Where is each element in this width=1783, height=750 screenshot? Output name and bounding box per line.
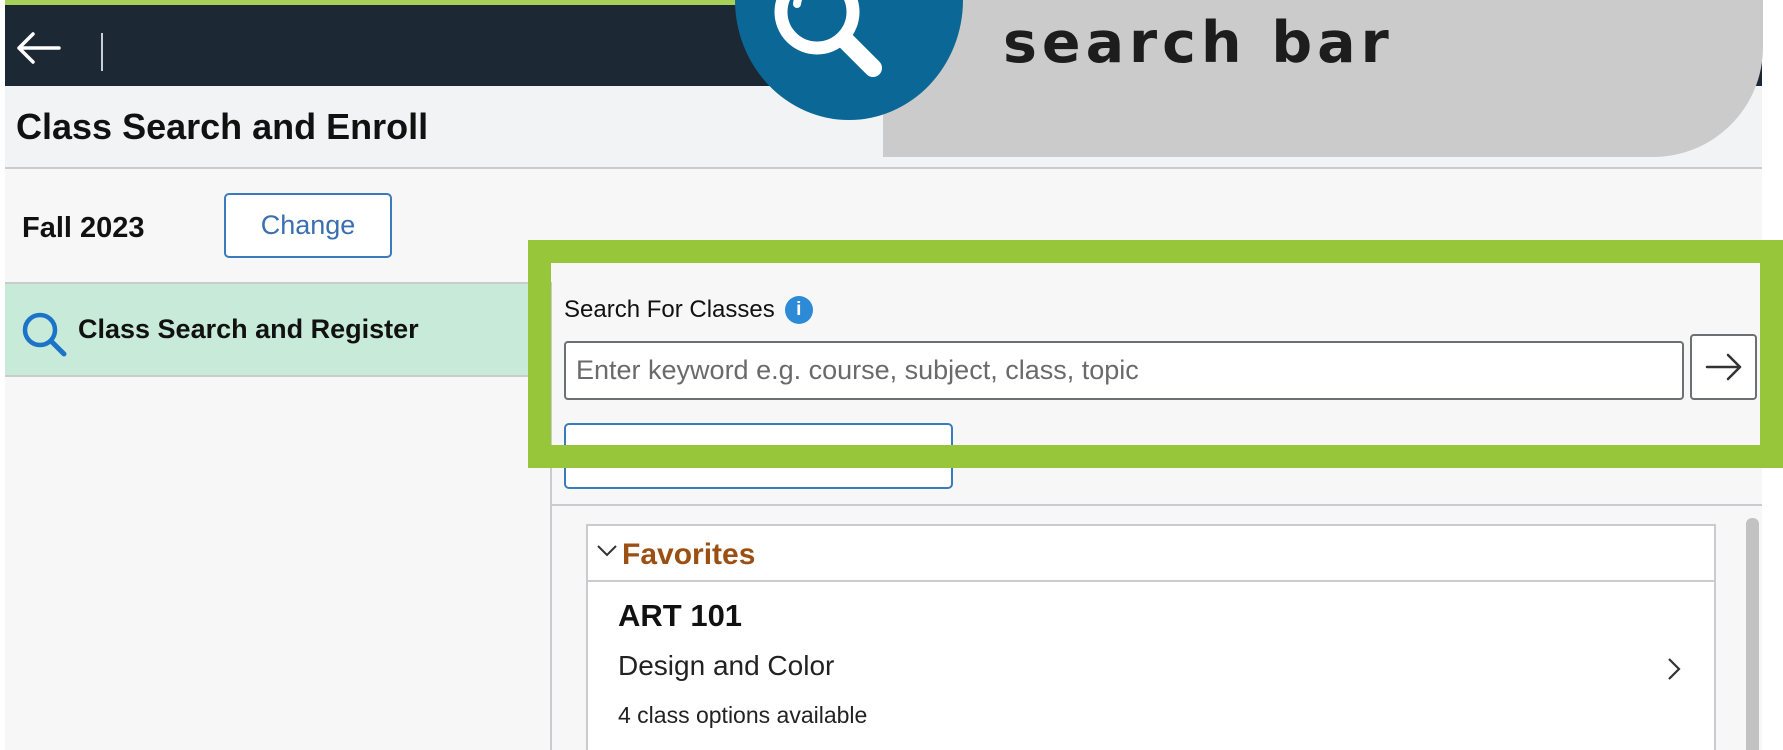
main-divider bbox=[552, 504, 1762, 506]
change-term-button[interactable]: Change bbox=[224, 193, 392, 258]
favorites-header[interactable]: Favorites bbox=[588, 526, 1714, 582]
course-options-count: 4 class options available bbox=[618, 702, 868, 728]
callout-circle bbox=[735, 0, 963, 120]
nav-item-class-search-and-register[interactable]: Class Search and Register bbox=[5, 282, 550, 377]
scrollbar[interactable] bbox=[1746, 518, 1759, 750]
chevron-right-icon bbox=[1668, 658, 1681, 680]
topbar-divider bbox=[101, 33, 103, 71]
course-code: ART 101 bbox=[618, 598, 743, 633]
term-label: Fall 2023 bbox=[22, 212, 145, 244]
page-title: Class Search and Enroll bbox=[16, 106, 429, 147]
back-button[interactable] bbox=[15, 25, 61, 71]
course-name: Design and Color bbox=[618, 650, 835, 681]
course-row[interactable]: ART 101 Design and Color 4 class options… bbox=[588, 582, 1714, 750]
callout-text: search bar bbox=[1003, 10, 1394, 76]
chevron-down-icon bbox=[597, 545, 617, 557]
nav-item-label: Class Search and Register bbox=[78, 314, 419, 344]
search-icon bbox=[22, 312, 67, 357]
magnifier-icon bbox=[774, 0, 882, 77]
favorites-title: Favorites bbox=[622, 538, 756, 571]
arrow-left-icon bbox=[17, 32, 61, 64]
search-highlight-box bbox=[528, 240, 1783, 468]
favorites-panel: Favorites ART 101 Design and Color 4 cla… bbox=[586, 524, 1716, 750]
